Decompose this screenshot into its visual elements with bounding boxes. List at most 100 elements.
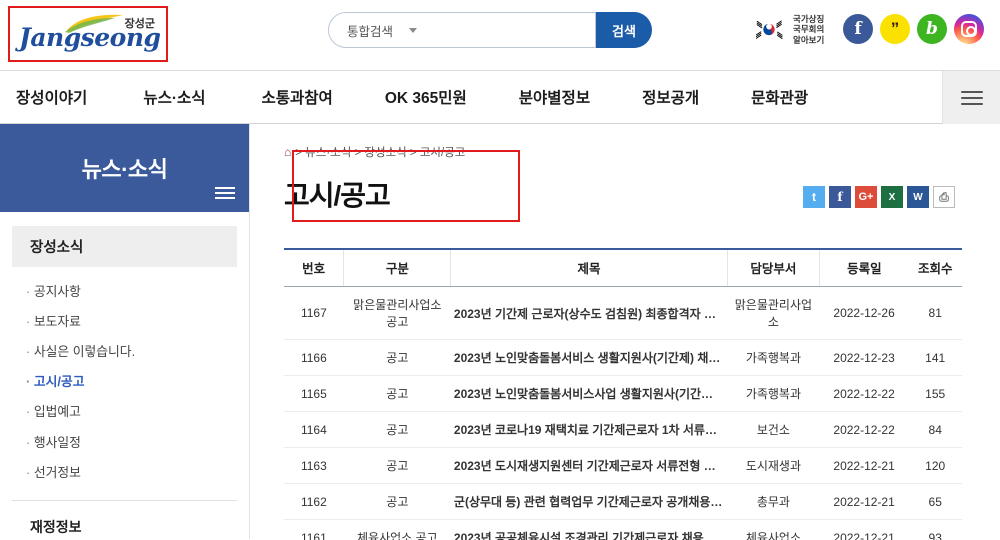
logo-wordmark: Jangseong xyxy=(19,23,161,52)
row-type: 공고 xyxy=(343,375,451,412)
nav-item-culture-tourism[interactable]: 문화관광 xyxy=(751,86,808,108)
site-header: 장성군 Jangseong 통합검색 검색 국가상징 국무회의 알아보기 f ”… xyxy=(0,0,1000,70)
social-links: f ” b xyxy=(843,14,984,44)
row-date: 2022-12-21 xyxy=(819,483,909,520)
gov-text-line1: 국가상징 xyxy=(793,14,825,24)
row-title[interactable]: 군(상무대 등) 관련 협력업무 기간제근로자 공개채용 최종... xyxy=(450,483,728,520)
naver-blog-icon[interactable]: b xyxy=(917,14,947,44)
sidebar-item-press[interactable]: 보도자료 xyxy=(26,305,249,335)
sidebar-section-finance-label: 재정정보 xyxy=(30,519,82,536)
row-views: 65 xyxy=(908,483,962,520)
sidebar-menu-button[interactable] xyxy=(215,184,235,202)
sidebar-section-finance[interactable]: 재정정보 xyxy=(12,501,237,540)
row-title[interactable]: 2023년 기간제 근로자(상수도 검침원) 최종합격자 공고 xyxy=(450,286,728,340)
page-root: 장성군 Jangseong 통합검색 검색 국가상징 국무회의 알아보기 f ”… xyxy=(0,0,1000,540)
government-symbol-text: 국가상징 국무회의 알아보기 xyxy=(793,14,824,45)
column-header-views: 조회수 xyxy=(908,248,962,287)
page-body: 뉴스·소식 장성소식 공지사항 보도자료 사실은 이렇습니다. 고시/공고 입법… xyxy=(0,124,1000,540)
row-type: 공고 xyxy=(343,447,451,484)
instagram-camera-glyph xyxy=(961,21,977,37)
site-logo[interactable]: 장성군 Jangseong xyxy=(8,6,168,62)
row-no: 1161 xyxy=(284,519,344,540)
column-header-date: 등록일 xyxy=(819,248,909,287)
row-dept: 보건소 xyxy=(727,411,820,448)
row-dept: 맑은물관리사업소 xyxy=(727,286,820,340)
word-export-icon[interactable]: W xyxy=(907,186,929,208)
sidebar-item-legislation[interactable]: 입법예고 xyxy=(26,396,249,426)
breadcrumb-path: > 뉴스·소식 > 장성소식 > 고시/공고 xyxy=(295,147,466,159)
column-header-dept: 담당부서 xyxy=(726,248,820,287)
nav-item-ok365[interactable]: OK 365민원 xyxy=(385,86,467,108)
home-icon[interactable]: ⌂ xyxy=(284,145,291,159)
facebook-share-icon[interactable]: f xyxy=(829,186,851,208)
sidebar-item-notice[interactable]: 공지사항 xyxy=(26,275,249,305)
nav-item-disclosure[interactable]: 정보공개 xyxy=(642,86,699,108)
row-title[interactable]: 2023년 공공체육시설 조경관리 기간제근로자 채용 공고 xyxy=(450,519,728,540)
table-row[interactable]: 1165 공고 2023년 노인맞춤돌봄서비스사업 생활지원사(기간제) 추가 ..… xyxy=(284,375,962,412)
google-plus-share-icon[interactable]: G+ xyxy=(855,186,877,208)
row-type: 공고 xyxy=(343,339,451,376)
row-no: 1167 xyxy=(284,286,344,340)
sidebar-section-jangseong-news: 장성소식 xyxy=(12,226,237,267)
breadcrumb: ⌂ > 뉴스·소식 > 장성소식 > 고시/공고 xyxy=(284,140,988,160)
row-dept: 도시재생과 xyxy=(727,447,820,484)
table-row[interactable]: 1167 맑은물관리사업소 공고 2023년 기간제 근로자(상수도 검침원) 최종… xyxy=(284,286,962,340)
table-row[interactable]: 1162 공고 군(상무대 등) 관련 협력업무 기간제근로자 공개채용 최종...… xyxy=(284,483,962,520)
government-symbol[interactable]: 국가상징 국무회의 알아보기 xyxy=(752,14,824,45)
row-type: 공고 xyxy=(343,483,451,520)
search-area: 통합검색 검색 xyxy=(328,12,652,48)
row-no: 1165 xyxy=(284,375,344,412)
notice-table-body: 1167 맑은물관리사업소 공고 2023년 기간제 근로자(상수도 검침원) 최종… xyxy=(284,286,962,540)
row-title[interactable]: 2023년 도시재생지원센터 기간제근로자 서류전형 합격자 및... xyxy=(450,447,728,484)
hamburger-icon xyxy=(960,87,983,109)
row-date: 2022-12-23 xyxy=(819,339,909,376)
excel-export-icon[interactable]: X xyxy=(881,186,903,208)
row-views: 155 xyxy=(908,375,962,412)
row-title[interactable]: 2023년 코로나19 재택치료 기간제근로자 1차 서류전형 ... xyxy=(450,411,728,448)
sidebar-item-notice-announcement[interactable]: 고시/공고 xyxy=(26,366,249,396)
sidebar-item-events[interactable]: 행사일정 xyxy=(26,426,249,456)
kakaotalk-icon[interactable]: ” xyxy=(880,14,910,44)
chevron-down-icon xyxy=(409,27,418,33)
nav-item-jangseong-story[interactable]: 장성이야기 xyxy=(16,86,87,108)
korean-flag-icon xyxy=(752,18,786,41)
table-row[interactable]: 1161 체육사업소 공고 2023년 공공체육시설 조경관리 기간제근로자 채용 … xyxy=(284,519,962,540)
row-title[interactable]: 2023년 노인맞춤돌봄서비스 생활지원사(기간제) 채용시험 ... xyxy=(450,339,728,376)
nav-item-field-info[interactable]: 분야별정보 xyxy=(519,86,590,108)
print-icon[interactable]: ⎙ xyxy=(933,186,955,208)
nav-item-news[interactable]: 뉴스·소식 xyxy=(143,86,205,108)
sidebar: 뉴스·소식 장성소식 공지사항 보도자료 사실은 이렇습니다. 고시/공고 입법… xyxy=(0,124,250,539)
notice-table-head: 번호 구분 제목 담당부서 등록일 조회수 xyxy=(284,248,962,287)
table-row[interactable]: 1163공고2023년 도시재생지원센터 기간제근로자 서류전형 합격자 및..… xyxy=(284,447,962,484)
row-views: 84 xyxy=(908,411,962,448)
row-views: 120 xyxy=(908,447,962,484)
search-button[interactable]: 검색 xyxy=(596,12,652,48)
sidebar-header: 뉴스·소식 xyxy=(0,124,249,212)
twitter-share-icon[interactable]: t xyxy=(803,186,825,208)
row-dept: 체육사업소 xyxy=(727,519,820,540)
column-header-type: 구분 xyxy=(343,248,451,287)
column-header-no: 번호 xyxy=(284,248,344,287)
gov-text-line2: 국무회의 xyxy=(793,24,825,35)
row-views: 81 xyxy=(908,286,962,340)
row-title[interactable]: 2023년 노인맞춤돌봄서비스사업 생활지원사(기간제) 추가 ... xyxy=(450,375,728,412)
instagram-icon[interactable] xyxy=(954,14,984,44)
facebook-icon[interactable]: f xyxy=(843,14,873,44)
row-date: 2022-12-21 xyxy=(819,447,909,484)
search-category-select[interactable]: 통합검색 xyxy=(347,21,418,40)
nav-item-communication[interactable]: 소통과참여 xyxy=(262,86,333,108)
row-date: 2022-12-26 xyxy=(819,286,909,340)
share-toolbar: t f G+ X W ⎙ xyxy=(803,186,955,208)
row-no: 1166 xyxy=(284,339,344,376)
nav-menu-button[interactable] xyxy=(942,71,1000,124)
search-bar[interactable]: 통합검색 xyxy=(328,12,596,48)
main-navigation: 장성이야기 뉴스·소식 소통과참여 OK 365민원 분야별정보 정보공개 문화… xyxy=(0,70,1000,124)
sidebar-item-election[interactable]: 선거정보 xyxy=(26,456,249,486)
logo-graphic: 장성군 Jangseong xyxy=(15,11,161,57)
row-date: 2022-12-22 xyxy=(819,411,909,448)
table-row[interactable]: 1164 공고 2023년 코로나19 재택치료 기간제근로자 1차 서류전형 ..… xyxy=(284,411,962,448)
sidebar-item-facts[interactable]: 사실은 이렇습니다. xyxy=(26,335,249,365)
search-input[interactable] xyxy=(417,23,538,37)
column-header-title: 제목 xyxy=(450,248,728,287)
table-row[interactable]: 1166 공고 2023년 노인맞춤돌봄서비스 생활지원사(기간제) 채용시험 ..… xyxy=(284,339,962,376)
